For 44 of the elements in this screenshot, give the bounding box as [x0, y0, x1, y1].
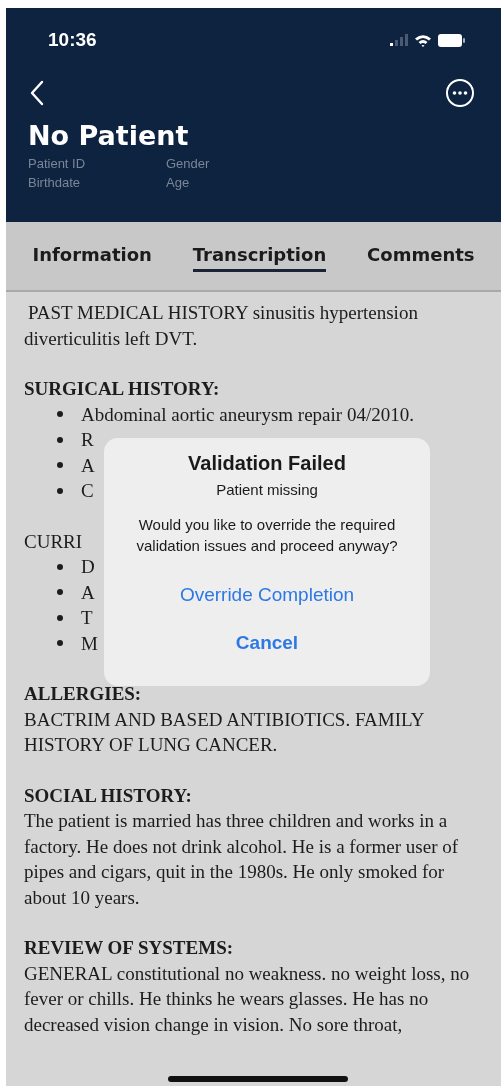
paragraph: PAST MEDICAL HISTORY sinusitis hypertension diverticulitis left DVT. [24, 301, 419, 351]
bullet-icon [57, 411, 63, 418]
field-label: Birthdate [28, 174, 82, 192]
bullet-icon [57, 640, 63, 647]
section-heading: ALLERGIES: [24, 682, 142, 706]
bullet-icon [57, 462, 63, 469]
paragraph: BACTRIM AND BASED ANTIBIOTICS. FAMILY HISTORY OF LUNG CANCER. [24, 707, 425, 757]
field-label: Gender [166, 155, 211, 173]
cancel-button[interactable]: Cancel [229, 630, 305, 656]
bullet-icon [57, 436, 63, 443]
list-item: A [81, 453, 95, 478]
signal-icon [390, 34, 408, 46]
battery-icon [438, 33, 465, 47]
back-icon[interactable] [30, 80, 44, 106]
bullet-icon [57, 487, 63, 494]
paragraph: The patient is married has three children and works in a factory. He does not drink alcohol. He is a former user of pipes and cigars, quit in the 1980s. He only smoked for about 10 years. [24, 809, 460, 910]
tab[interactable]: Transcription [192, 240, 327, 272]
patient-name: No Patient [28, 120, 190, 152]
wifi-icon [414, 33, 432, 47]
list-item: R [81, 428, 94, 452]
paragraph: GENERAL constitutional no weakness. no weight loss, no fever or chills. He thinks he wears glasses. He has no decreased vision change in vision. No sore throat, [24, 961, 471, 1037]
section-heading: REVIEW OF SYSTEMS: [24, 936, 234, 960]
bullet-icon [57, 614, 63, 621]
section-heading: SURGICAL HISTORY: [24, 377, 220, 401]
more-icon[interactable] [445, 78, 475, 108]
list-item: M [81, 631, 98, 656]
override-button[interactable]: Override Completion [173, 582, 361, 608]
list-item: T [81, 606, 93, 630]
list-item: C [81, 479, 94, 503]
list-item: Abdominal aortic aneurysm repair 04/2010. [81, 402, 414, 427]
section-heading: CURRI [24, 529, 83, 554]
bullet-icon [57, 589, 63, 596]
status-time: 10:36 [48, 29, 97, 51]
dialog-subtitle: Patient missing [216, 481, 318, 498]
section-heading: SOCIAL HISTORY: [24, 783, 192, 808]
dialog-title: Validation Failed [188, 452, 346, 475]
dialog-message: Would you like to override the required validation issues and proceed anyway? [135, 515, 399, 556]
bullet-icon [57, 563, 63, 570]
field-label: Patient ID [28, 155, 87, 173]
list-item: D [81, 555, 95, 579]
tab[interactable]: Comments [367, 240, 475, 272]
field-label: Age [166, 174, 191, 192]
tab[interactable]: Information [32, 240, 152, 272]
list-item: A [81, 580, 95, 605]
